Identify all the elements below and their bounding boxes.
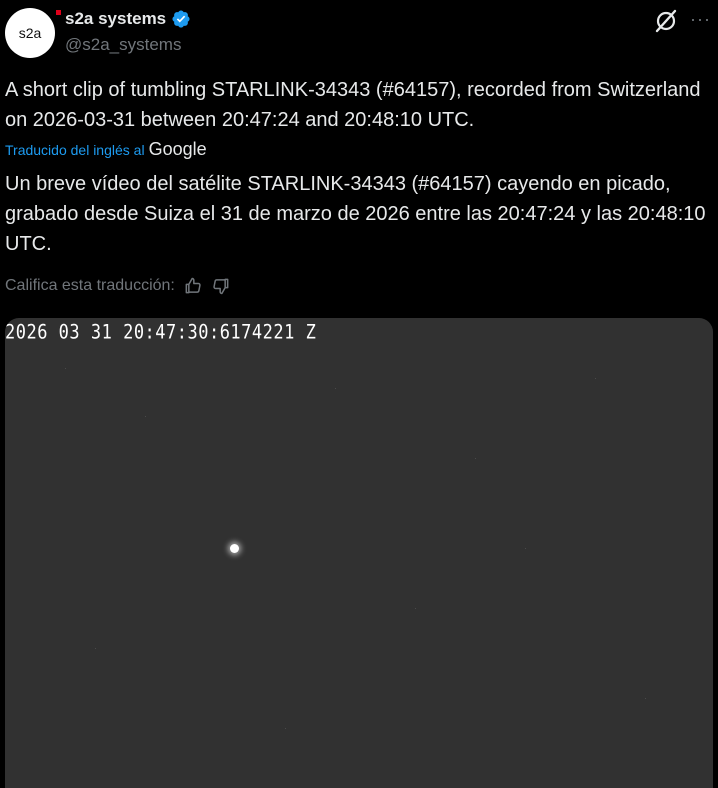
star-speck bbox=[145, 416, 146, 417]
video-timestamp-overlay: 2026 03 31 20:47:30:6174221 Z bbox=[5, 321, 317, 344]
translated-from-label[interactable]: Traducido del inglés al bbox=[5, 142, 145, 158]
verified-badge-icon[interactable] bbox=[171, 9, 191, 29]
star-speck bbox=[415, 608, 416, 609]
tweet-text: A short clip of tumbling STARLINK-34343 … bbox=[5, 79, 701, 131]
thumbs-down-icon[interactable] bbox=[211, 276, 231, 296]
star-speck bbox=[335, 388, 336, 389]
satellite-light bbox=[230, 544, 239, 553]
google-logo: Google bbox=[148, 139, 207, 159]
more-options-icon[interactable]: ··· bbox=[690, 9, 711, 29]
rate-translation-label: Califica esta traducción: bbox=[5, 277, 175, 294]
author-handle[interactable]: @s2a_systems bbox=[65, 35, 181, 55]
star-speck bbox=[645, 698, 646, 699]
avatar-logo-mark bbox=[56, 10, 61, 15]
grok-icon[interactable] bbox=[653, 8, 679, 34]
star-speck bbox=[475, 458, 476, 459]
rate-translation-row: Califica esta traducción: bbox=[5, 276, 231, 296]
star-speck bbox=[95, 648, 96, 649]
star-speck bbox=[285, 728, 286, 729]
translation-attribution: Traducido del inglés al Google bbox=[5, 139, 207, 160]
star-speck bbox=[525, 548, 526, 549]
translated-tweet-text: Un breve vídeo del satélite STARLINK-343… bbox=[5, 173, 706, 255]
tweet-header: s2a s2a systems @s2a_systems ··· bbox=[0, 0, 718, 70]
star-speck bbox=[65, 368, 66, 369]
author-name-row: s2a systems bbox=[65, 9, 191, 29]
thumbs-up-icon[interactable] bbox=[183, 276, 203, 296]
author-display-name[interactable]: s2a systems bbox=[65, 9, 166, 29]
video-player[interactable]: 2026 03 31 20:47:30:6174221 Z bbox=[5, 318, 713, 788]
star-speck bbox=[595, 378, 596, 379]
avatar-logo-text: s2a bbox=[18, 25, 42, 41]
avatar[interactable]: s2a bbox=[5, 8, 61, 58]
